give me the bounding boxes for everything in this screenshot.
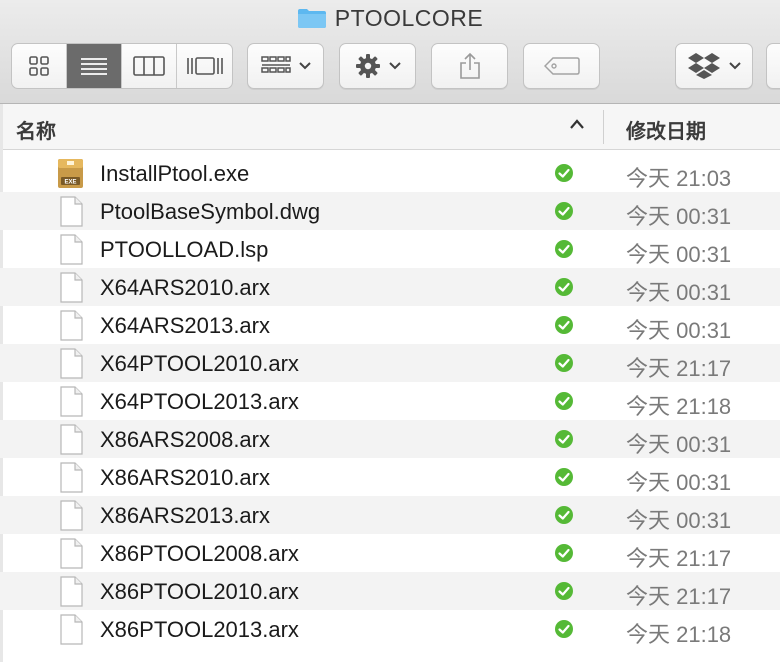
sync-status-check-icon (554, 505, 574, 525)
svg-text:EXE: EXE (64, 180, 76, 186)
file-name: X86PTOOL2008.arx (100, 541, 299, 566)
file-date-modified: 今天 00:31 (626, 280, 732, 305)
file-date-modified: 今天 00:31 (626, 204, 732, 229)
file-date-modified: 今天 00:31 (626, 432, 732, 457)
file-row[interactable]: PtoolBaseSymbol.dwg 今天 00:31 (0, 192, 780, 230)
sync-status-check-icon (554, 277, 574, 297)
file-row[interactable]: X64PTOOL2013.arx 今天 21:18 (0, 382, 780, 420)
file-date-modified: 今天 00:31 (626, 508, 732, 533)
document-icon (57, 576, 84, 607)
column-divider[interactable] (603, 110, 604, 144)
file-row[interactable]: X64ARS2013.arx 今天 00:31 (0, 306, 780, 344)
sync-status-check-icon (554, 163, 574, 183)
file-row[interactable]: X64PTOOL2010.arx 今天 21:17 (0, 344, 780, 382)
name-column-header[interactable]: 名称 (16, 115, 56, 144)
toolbar-overflow-button[interactable] (766, 43, 780, 89)
sync-status-check-icon (554, 239, 574, 259)
date-modified-column-header[interactable]: 修改日期 (626, 115, 706, 144)
sync-status-check-icon (554, 543, 574, 563)
document-icon (57, 234, 84, 265)
column-view-button[interactable] (122, 44, 177, 88)
dropbox-icon (688, 53, 720, 79)
document-icon (57, 462, 84, 493)
file-date-modified: 今天 21:18 (626, 394, 732, 419)
file-name: PtoolBaseSymbol.dwg (100, 199, 321, 224)
sync-status-check-icon (554, 619, 574, 639)
document-icon (57, 196, 84, 227)
icon-view-button[interactable] (12, 44, 67, 88)
column-header: 名称 修改日期 (0, 104, 780, 150)
document-icon (57, 272, 84, 303)
file-date-modified: 今天 00:31 (626, 470, 732, 495)
sync-status-check-icon (554, 201, 574, 221)
sync-status-check-icon (554, 315, 574, 335)
tag-button[interactable] (523, 43, 600, 89)
document-icon (57, 310, 84, 341)
file-row[interactable]: X86ARS2010.arx 今天 00:31 (0, 458, 780, 496)
chevron-down-icon (729, 62, 741, 70)
sync-status-check-icon (554, 353, 574, 373)
sync-status-check-icon (554, 391, 574, 411)
file-row[interactable]: EXE InstallPtool.exe 今天 21:03 (0, 154, 780, 192)
file-name: InstallPtool.exe (100, 161, 250, 186)
file-name: X64ARS2013.arx (100, 313, 270, 338)
document-icon (57, 348, 84, 379)
file-date-modified: 今天 21:03 (626, 166, 732, 191)
file-row[interactable]: X86PTOOL2013.arx 今天 21:18 (0, 610, 780, 648)
list-view-button[interactable] (67, 44, 122, 88)
file-date-modified: 今天 00:31 (626, 242, 732, 267)
folder-icon (297, 7, 327, 29)
share-icon (459, 52, 480, 79)
sync-status-check-icon (554, 581, 574, 601)
view-mode-selector[interactable] (11, 43, 233, 89)
file-row[interactable]: PTOOLLOAD.lsp 今天 00:31 (0, 230, 780, 268)
file-date-modified: 今天 21:18 (626, 622, 732, 647)
file-name: X64ARS2010.arx (100, 275, 270, 300)
file-name: X86PTOOL2013.arx (100, 617, 299, 642)
arrange-button[interactable] (247, 43, 324, 89)
exe-icon: EXE (57, 158, 84, 189)
arrange-icon (260, 56, 291, 73)
file-name: X86ARS2013.arx (100, 503, 270, 528)
icon-view-icon (29, 56, 49, 76)
file-name: PTOOLLOAD.lsp (100, 237, 269, 262)
document-icon (57, 424, 84, 455)
file-date-modified: 今天 21:17 (626, 356, 732, 381)
file-row[interactable]: X86ARS2013.arx 今天 00:31 (0, 496, 780, 534)
document-icon (57, 538, 84, 569)
window-title: PTOOLCORE (334, 4, 484, 31)
list-view-icon (81, 58, 107, 75)
column-view-icon (133, 56, 165, 76)
sort-ascending-icon[interactable] (569, 118, 585, 130)
sync-status-check-icon (554, 429, 574, 449)
file-date-modified: 今天 21:17 (626, 584, 732, 609)
file-row[interactable]: X86PTOOL2010.arx 今天 21:17 (0, 572, 780, 610)
chevron-down-icon (298, 62, 311, 70)
chevron-down-icon (388, 62, 401, 70)
dropbox-button[interactable] (675, 43, 753, 89)
file-name: X86ARS2010.arx (100, 465, 270, 490)
file-name: X86ARS2008.arx (100, 427, 270, 452)
file-row[interactable]: X86PTOOL2008.arx 今天 21:17 (0, 534, 780, 572)
file-date-modified: 今天 00:31 (626, 318, 732, 343)
gallery-view-icon (186, 57, 223, 75)
file-name: X64PTOOL2010.arx (100, 351, 299, 376)
share-button[interactable] (431, 43, 508, 89)
document-icon (57, 386, 84, 417)
gallery-view-button[interactable] (177, 44, 232, 88)
file-row[interactable]: X86ARS2008.arx 今天 00:31 (0, 420, 780, 458)
file-date-modified: 今天 21:17 (626, 546, 732, 571)
action-button[interactable] (339, 43, 416, 89)
file-name: X86PTOOL2010.arx (100, 579, 299, 604)
sync-status-check-icon (554, 467, 574, 487)
file-row[interactable]: X64ARS2010.arx 今天 00:31 (0, 268, 780, 306)
document-icon (57, 614, 84, 645)
gear-icon (355, 54, 380, 78)
window-title-bar: PTOOLCORE (0, 4, 780, 32)
file-list: EXE InstallPtool.exe 今天 21:03 PtoolBaseSymb… (0, 154, 780, 648)
file-name: X64PTOOL2013.arx (100, 389, 299, 414)
document-icon (57, 500, 84, 531)
tag-icon (543, 57, 580, 75)
window-toolbar: PTOOLCORE (0, 0, 780, 104)
